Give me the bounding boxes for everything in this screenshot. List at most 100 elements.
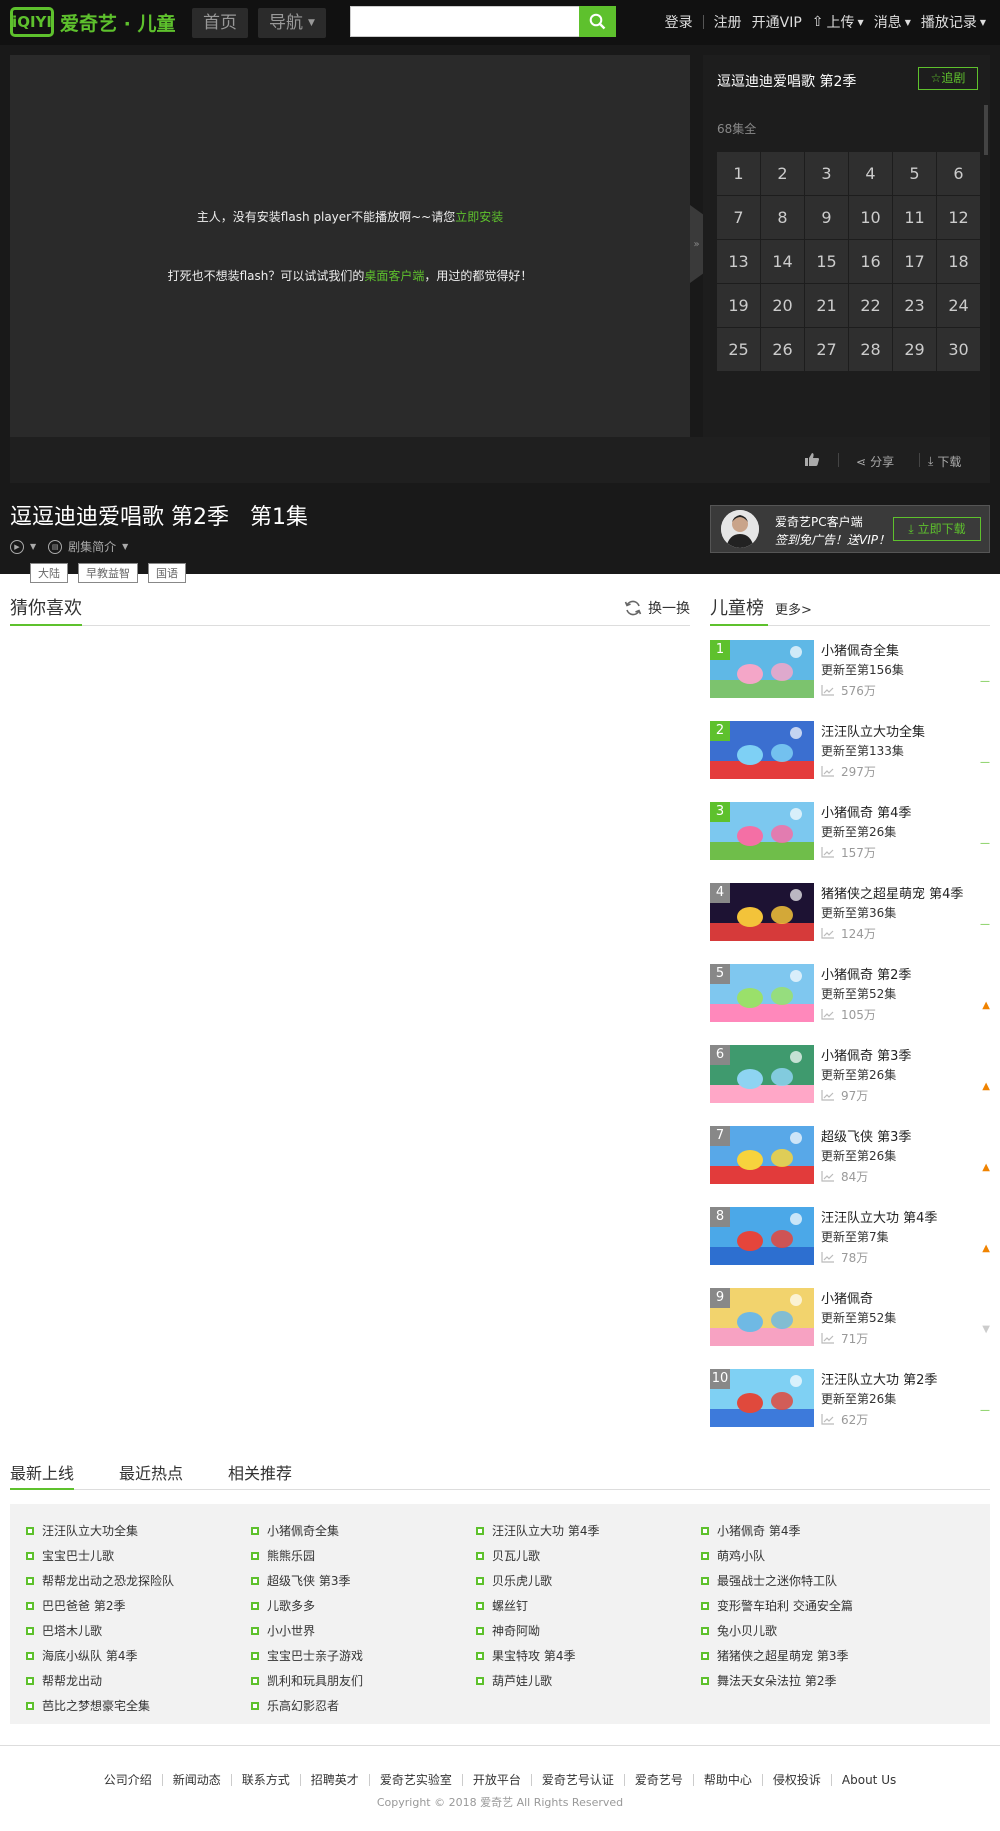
list-item[interactable]: 变形警车珀利 交通安全篇	[701, 1593, 853, 1618]
home-link[interactable]: 首页	[192, 8, 248, 38]
follow-button[interactable]: ☆追剧	[918, 67, 978, 90]
episode-button[interactable]: 20	[761, 284, 804, 327]
refresh-button[interactable]: 换一换	[624, 598, 690, 618]
rank-item[interactable]: 8 汪汪队立大功 第4季 更新至第7集 78万 ▲	[710, 1207, 990, 1265]
history-menu[interactable]: 播放记录 ▼	[921, 12, 986, 32]
thumbnail[interactable]: 7	[710, 1126, 814, 1184]
download-now-button[interactable]: ⤓ 立即下载	[893, 517, 981, 541]
footer-link[interactable]: 公司介绍	[104, 1771, 152, 1788]
tab-related[interactable]: 相关推荐	[228, 1460, 292, 1484]
episode-button[interactable]: 24	[937, 284, 980, 327]
rank-item[interactable]: 4 猪猪侠之超星萌宠 第4季 更新至第36集 124万 —	[710, 883, 990, 941]
list-item[interactable]: 巴塔木儿歌	[26, 1618, 174, 1643]
pc-client-banner[interactable]: 爱奇艺PC客户端 签到免广告！送VIP！ ⤓ 立即下载	[710, 505, 990, 553]
episode-button[interactable]: 2	[761, 152, 804, 195]
episode-button[interactable]: 10	[849, 196, 892, 239]
register-link[interactable]: 注册	[714, 12, 742, 32]
tab-hot[interactable]: 最近热点	[119, 1460, 183, 1484]
thumbnail[interactable]: 3	[710, 802, 814, 860]
list-item[interactable]: 舞法天女朵法拉 第2季	[701, 1668, 853, 1693]
episode-button[interactable]: 21	[805, 284, 848, 327]
rank-title[interactable]: 汪汪队立大功 第2季	[821, 1369, 937, 1388]
tag[interactable]: 早教益智	[78, 563, 138, 583]
rank-item[interactable]: 1 小猪佩奇全集 更新至第156集 576万 —	[710, 640, 990, 698]
episode-button[interactable]: 13	[717, 240, 760, 283]
list-item[interactable]: 贝瓦儿歌	[476, 1543, 599, 1568]
caret-down-icon[interactable]: ▼	[30, 542, 36, 551]
site-logo[interactable]: iQIYI 爱奇艺 · 儿童	[10, 6, 175, 38]
vip-link[interactable]: 开通VIP	[752, 12, 802, 32]
thumbnail[interactable]: 1	[710, 640, 814, 698]
list-item[interactable]: 小小世界	[251, 1618, 363, 1643]
login-link[interactable]: 登录	[665, 12, 693, 32]
rank-title[interactable]: 小猪佩奇 第2季	[821, 964, 911, 983]
thumbnail[interactable]: 5	[710, 964, 814, 1022]
footer-link[interactable]: 爱奇艺实验室	[380, 1771, 452, 1788]
list-item[interactable]: 小猪佩奇全集	[251, 1518, 363, 1543]
episode-button[interactable]: 9	[805, 196, 848, 239]
rank-item[interactable]: 6 小猪佩奇 第3季 更新至第26集 97万 ▲	[710, 1045, 990, 1103]
episode-button[interactable]: 28	[849, 328, 892, 371]
episode-button[interactable]: 19	[717, 284, 760, 327]
episode-button[interactable]: 22	[849, 284, 892, 327]
nav-dropdown[interactable]: 导航 ▼	[258, 8, 326, 38]
desktop-client-link[interactable]: 桌面客户端	[364, 269, 424, 283]
episode-button[interactable]: 30	[937, 328, 980, 371]
intro-link[interactable]: 剧集简介	[68, 538, 116, 555]
footer-link[interactable]: 爱奇艺号	[635, 1771, 683, 1788]
list-item[interactable]: 凯利和玩具朋友们	[251, 1668, 363, 1693]
rank-title[interactable]: 猪猪侠之超星萌宠 第4季	[821, 883, 963, 902]
episode-button[interactable]: 8	[761, 196, 804, 239]
tag[interactable]: 大陆	[30, 563, 68, 583]
list-item[interactable]: 猪猪侠之超星萌宠 第3季	[701, 1643, 853, 1668]
episode-button[interactable]: 25	[717, 328, 760, 371]
list-item[interactable]: 帮帮龙出动	[26, 1668, 174, 1693]
list-item[interactable]: 汪汪队立大功 第4季	[476, 1518, 599, 1543]
footer-link[interactable]: 帮助中心	[704, 1771, 752, 1788]
list-item[interactable]: 儿歌多多	[251, 1593, 363, 1618]
thumbnail[interactable]: 9	[710, 1288, 814, 1346]
like-button[interactable]	[805, 453, 819, 466]
play-icon[interactable]: ▶	[10, 539, 24, 554]
install-flash-link[interactable]: 立即安装	[455, 210, 503, 224]
episode-button[interactable]: 4	[849, 152, 892, 195]
panel-toggle-button[interactable]: »	[690, 205, 703, 283]
chart-more-link[interactable]: 更多>	[775, 599, 812, 618]
list-item[interactable]: 巴巴爸爸 第2季	[26, 1593, 174, 1618]
episode-button[interactable]: 11	[893, 196, 936, 239]
upload-menu[interactable]: ⇧ 上传 ▼	[812, 12, 864, 32]
rank-item[interactable]: 5 小猪佩奇 第2季 更新至第52集 105万 ▲	[710, 964, 990, 1022]
thumbnail[interactable]: 10	[710, 1369, 814, 1427]
rank-item[interactable]: 10 汪汪队立大功 第2季 更新至第26集 62万 —	[710, 1369, 990, 1427]
episode-button[interactable]: 29	[893, 328, 936, 371]
download-button[interactable]: ⤓ 下载	[928, 453, 961, 470]
episode-button[interactable]: 26	[761, 328, 804, 371]
episode-button[interactable]: 12	[937, 196, 980, 239]
list-item[interactable]: 宝宝巴士亲子游戏	[251, 1643, 363, 1668]
list-item[interactable]: 芭比之梦想豪宅全集	[26, 1693, 174, 1718]
episode-button[interactable]: 6	[937, 152, 980, 195]
list-item[interactable]: 螺丝钉	[476, 1593, 599, 1618]
rank-item[interactable]: 2 汪汪队立大功全集 更新至第133集 297万 —	[710, 721, 990, 779]
episode-button[interactable]: 14	[761, 240, 804, 283]
thumbnail[interactable]: 2	[710, 721, 814, 779]
list-item[interactable]: 汪汪队立大功全集	[26, 1518, 174, 1543]
list-item[interactable]: 熊熊乐园	[251, 1543, 363, 1568]
list-item[interactable]: 兔小贝儿歌	[701, 1618, 853, 1643]
message-menu[interactable]: 消息 ▼	[874, 12, 911, 32]
list-item[interactable]: 最强战士之迷你特工队	[701, 1568, 853, 1593]
share-button[interactable]: ⋖ 分享	[856, 453, 894, 470]
rank-title[interactable]: 小猪佩奇全集	[821, 640, 899, 659]
list-item[interactable]: 海底小纵队 第4季	[26, 1643, 174, 1668]
thumbnail[interactable]: 8	[710, 1207, 814, 1265]
footer-link[interactable]: 侵权投诉	[773, 1771, 821, 1788]
episode-button[interactable]: 23	[893, 284, 936, 327]
thumbnail[interactable]: 6	[710, 1045, 814, 1103]
footer-link[interactable]: 招聘英才	[311, 1771, 359, 1788]
list-item[interactable]: 贝乐虎儿歌	[476, 1568, 599, 1593]
rank-item[interactable]: 3 小猪佩奇 第4季 更新至第26集 157万 —	[710, 802, 990, 860]
episode-button[interactable]: 27	[805, 328, 848, 371]
list-item[interactable]: 葫芦娃儿歌	[476, 1668, 599, 1693]
scrollbar[interactable]	[984, 105, 988, 155]
episode-button[interactable]: 1	[717, 152, 760, 195]
